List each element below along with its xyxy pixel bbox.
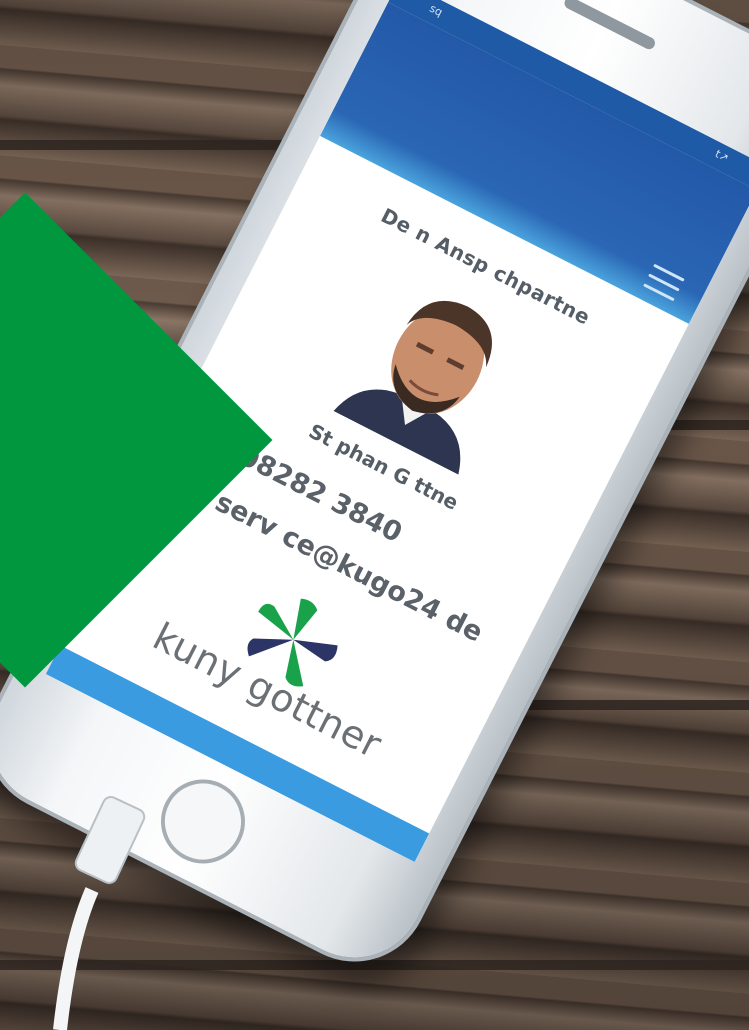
scene: sq t↗ De n Ansp chpartne St phan G ttne bbox=[0, 0, 749, 1030]
status-left-text: sq bbox=[427, 1, 445, 20]
hamburger-menu-icon[interactable] bbox=[643, 263, 685, 303]
status-right-text: t↗ bbox=[712, 147, 731, 165]
lightning-cable bbox=[53, 796, 146, 1030]
